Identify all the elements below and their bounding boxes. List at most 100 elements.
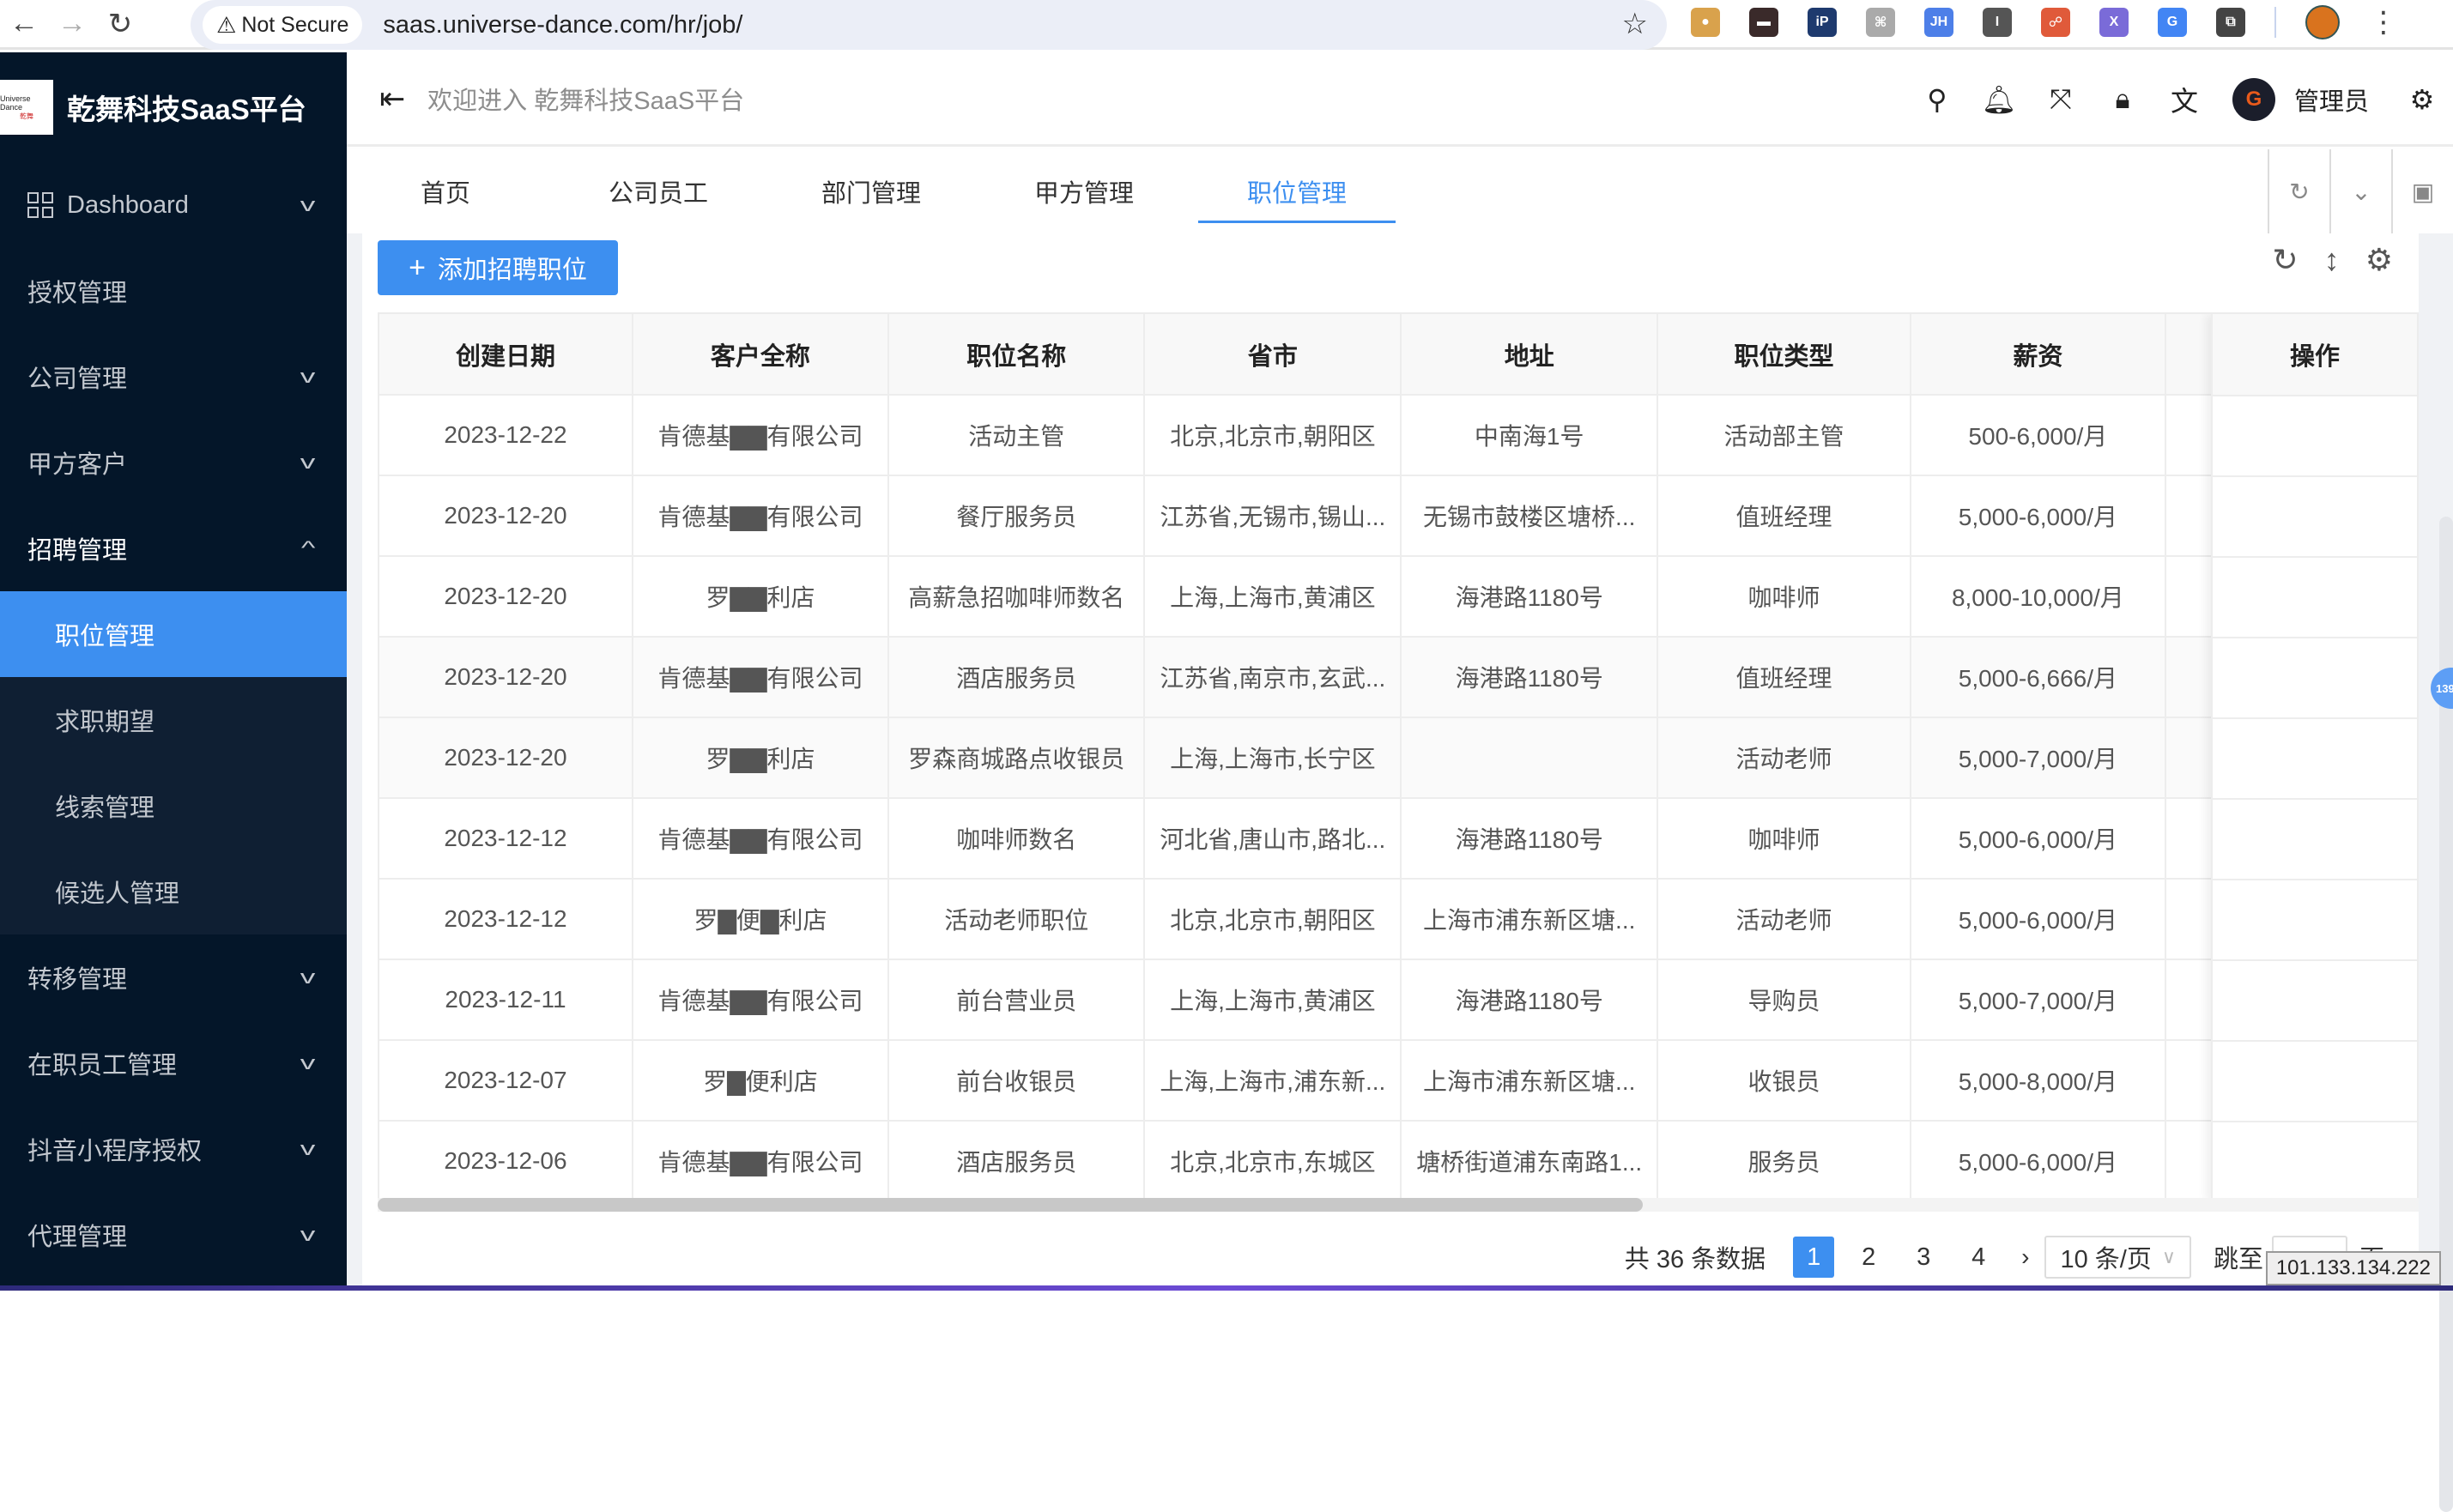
table-cell: 肯德基▇▇有限公司	[633, 637, 888, 717]
table-row[interactable]: 2023-12-11肯德基▇▇有限公司前台营业员上海,上海市,黄浦区海港路118…	[379, 959, 2416, 1040]
row-density-icon[interactable]: ↕	[2324, 242, 2340, 278]
table-row[interactable]: 2023-12-20罗▇▇利店罗森商城路点收银员上海,上海市,长宁区活动老师5,…	[379, 717, 2416, 798]
logo-subtext: 乾舞	[20, 112, 33, 121]
actions-cell[interactable]	[2213, 800, 2417, 880]
page-button[interactable]: 3	[1903, 1237, 1944, 1278]
tab[interactable]: 公司员工	[560, 149, 757, 233]
column-header[interactable]: 客户全称	[633, 314, 888, 395]
sidebar-item[interactable]: 授权管理	[0, 248, 347, 334]
google-translate-extension-icon[interactable]: G	[2158, 8, 2187, 37]
bell-icon[interactable]: 🔔︎	[1968, 83, 2030, 116]
column-header[interactable]: 地址	[1401, 314, 1657, 395]
page-size-select[interactable]: 10 条/页 ∨	[2044, 1236, 2190, 1279]
table-cell: 前台收银员	[888, 1040, 1144, 1121]
tab[interactable]: 首页	[347, 149, 544, 233]
refresh-tab-icon[interactable]: ↻	[2268, 149, 2329, 233]
column-header[interactable]: 薪资	[1911, 314, 2165, 395]
command-extension-icon[interactable]: ⌘	[1866, 8, 1895, 37]
column-header[interactable]: 创建日期	[379, 314, 633, 395]
scrollbar-thumb[interactable]	[378, 1198, 1643, 1212]
actions-cell[interactable]	[2213, 638, 2417, 719]
profile-avatar[interactable]	[2305, 5, 2340, 39]
search-icon[interactable]: ⚲	[1906, 83, 1968, 116]
table-cell: 上海,上海市,长宁区	[1144, 717, 1401, 798]
table-cell: 海港路1180号	[1401, 637, 1657, 717]
settings-gear-icon[interactable]: ⚙	[2391, 83, 2453, 116]
ip-extension-icon[interactable]: iP	[1808, 8, 1837, 37]
sidebar-subitem[interactable]: 职位管理	[0, 591, 347, 677]
sidebar-item[interactable]: Dashboardv	[0, 162, 347, 248]
bookmark-star-icon[interactable]: ☆	[1622, 7, 1648, 41]
tab[interactable]: 职位管理	[1198, 149, 1396, 233]
dashboard-grid-icon	[27, 192, 53, 218]
table-row[interactable]: 2023-12-12罗▇便▇利店活动老师职位北京,北京市,朝阳区上海市浦东新区塘…	[379, 879, 2416, 959]
collapse-menu-icon[interactable]: ⇤	[379, 81, 405, 117]
sidebar-item[interactable]: 甲方客户v	[0, 420, 347, 505]
actions-cell[interactable]	[2213, 961, 2417, 1042]
table-row[interactable]: 2023-12-20罗▇▇利店高薪急招咖啡师数名上海,上海市,黄浦区海港路118…	[379, 556, 2416, 637]
actions-cell[interactable]	[2213, 1122, 2417, 1203]
sidebar-subitem[interactable]: 线索管理	[0, 763, 347, 849]
jh-extension-icon[interactable]: JH	[1924, 8, 1953, 37]
table-row[interactable]: 2023-12-06肯德基▇▇有限公司酒店服务员北京,北京市,东城区塘桥街道浦东…	[379, 1121, 2416, 1201]
sidebar-item-content: 抖音小程序授权	[27, 1131, 202, 1167]
content-area: + 添加招聘职位 ↻ ↕ ⚙ 创建日期客户全称职位名称省市地址职位类型薪资操作 …	[347, 233, 2453, 1291]
sidebar-subitem[interactable]: 候选人管理	[0, 849, 347, 934]
user-name[interactable]: 管理员	[2294, 82, 2369, 118]
table-row[interactable]: 2023-12-07罗▇便利店前台收银员上海,上海市,浦东新...上海市浦东新区…	[379, 1040, 2416, 1121]
reload-button[interactable]: ↻	[96, 0, 144, 48]
translate-icon[interactable]: 文	[2153, 80, 2215, 119]
table-row[interactable]: 2023-12-20肯德基▇▇有限公司酒店服务员江苏省,南京市,玄武...海港路…	[379, 637, 2416, 717]
horizontal-scrollbar[interactable]	[378, 1198, 2419, 1212]
page-button[interactable]: 1	[1793, 1237, 1834, 1278]
column-header[interactable]: 职位名称	[888, 314, 1144, 395]
address-bar[interactable]: ⚠ Not Secure saas.universe-dance.com/hr/…	[191, 0, 1667, 50]
vertical-scrollbar[interactable]	[2439, 517, 2453, 1512]
memory-badge[interactable]: 139M	[2431, 668, 2453, 709]
actions-cell[interactable]	[2213, 1042, 2417, 1122]
table-tools: ↻ ↕ ⚙	[2273, 242, 2393, 278]
table-row[interactable]: 2023-12-20肯德基▇▇有限公司餐厅服务员江苏省,无锡市,锡山...无锡市…	[379, 475, 2416, 556]
forward-button[interactable]: →	[48, 0, 96, 48]
actions-cell[interactable]	[2213, 558, 2417, 638]
tag-extension-icon[interactable]: I	[1983, 8, 2012, 37]
page-button[interactable]: 4	[1958, 1237, 1999, 1278]
lock-icon[interactable]: 🔒︎	[2092, 83, 2153, 116]
puzzle-extensions-icon[interactable]: ⧉	[2216, 8, 2245, 37]
table-cell: 河北省,唐山市,路北...	[1144, 798, 1401, 879]
tabs-dropdown-icon[interactable]: ⌄	[2329, 149, 2391, 233]
browser-menu-icon[interactable]: ⋮	[2369, 5, 2398, 39]
sitemap-extension-icon[interactable]: ☍	[2041, 8, 2070, 37]
x-extension-icon[interactable]: X	[2099, 8, 2129, 37]
sidebar-item[interactable]: 抖音小程序授权v	[0, 1106, 347, 1192]
cookie-extension-icon[interactable]: ●	[1691, 8, 1720, 37]
sidebar-subitem[interactable]: 求职期望	[0, 677, 347, 763]
sidebar-item[interactable]: 在职员工管理v	[0, 1020, 347, 1106]
column-header[interactable]: 省市	[1144, 314, 1401, 395]
sidebar-item[interactable]: 公司管理v	[0, 334, 347, 420]
actions-cell[interactable]	[2213, 396, 2417, 477]
avatar[interactable]: G	[2232, 78, 2275, 121]
table-row[interactable]: 2023-12-12肯德基▇▇有限公司咖啡师数名河北省,唐山市,路北...海港路…	[379, 798, 2416, 879]
reload-table-icon[interactable]: ↻	[2273, 242, 2299, 278]
sidebar-item[interactable]: 代理管理v	[0, 1192, 347, 1278]
actions-cell[interactable]	[2213, 477, 2417, 558]
incognito-mask-extension-icon[interactable]: ▬	[1749, 8, 1778, 37]
add-job-button[interactable]: + 添加招聘职位	[378, 240, 618, 295]
next-page-button[interactable]: ›	[2021, 1243, 2029, 1271]
column-settings-icon[interactable]: ⚙	[2365, 242, 2393, 278]
security-chip[interactable]: ⚠ Not Secure	[203, 6, 362, 44]
url-text[interactable]: saas.universe-dance.com/hr/job/	[383, 11, 742, 39]
tab[interactable]: 部门管理	[772, 149, 970, 233]
actions-cell[interactable]	[2213, 880, 2417, 961]
table-row[interactable]: 2023-12-22肯德基▇▇有限公司活动主管北京,北京市,朝阳区中南海1号活动…	[379, 395, 2416, 475]
fullscreen-icon[interactable]: ⤧	[2030, 83, 2092, 116]
page-button[interactable]: 2	[1848, 1237, 1889, 1278]
column-header[interactable]: 职位类型	[1657, 314, 1911, 395]
sidebar-item[interactable]: 招聘管理^	[0, 505, 347, 591]
tab[interactable]: 甲方管理	[985, 149, 1183, 233]
maximize-icon[interactable]: ▣	[2391, 149, 2453, 233]
back-button[interactable]: ←	[0, 0, 48, 48]
sidebar-item[interactable]: 转移管理v	[0, 934, 347, 1020]
actions-cell[interactable]	[2213, 719, 2417, 800]
